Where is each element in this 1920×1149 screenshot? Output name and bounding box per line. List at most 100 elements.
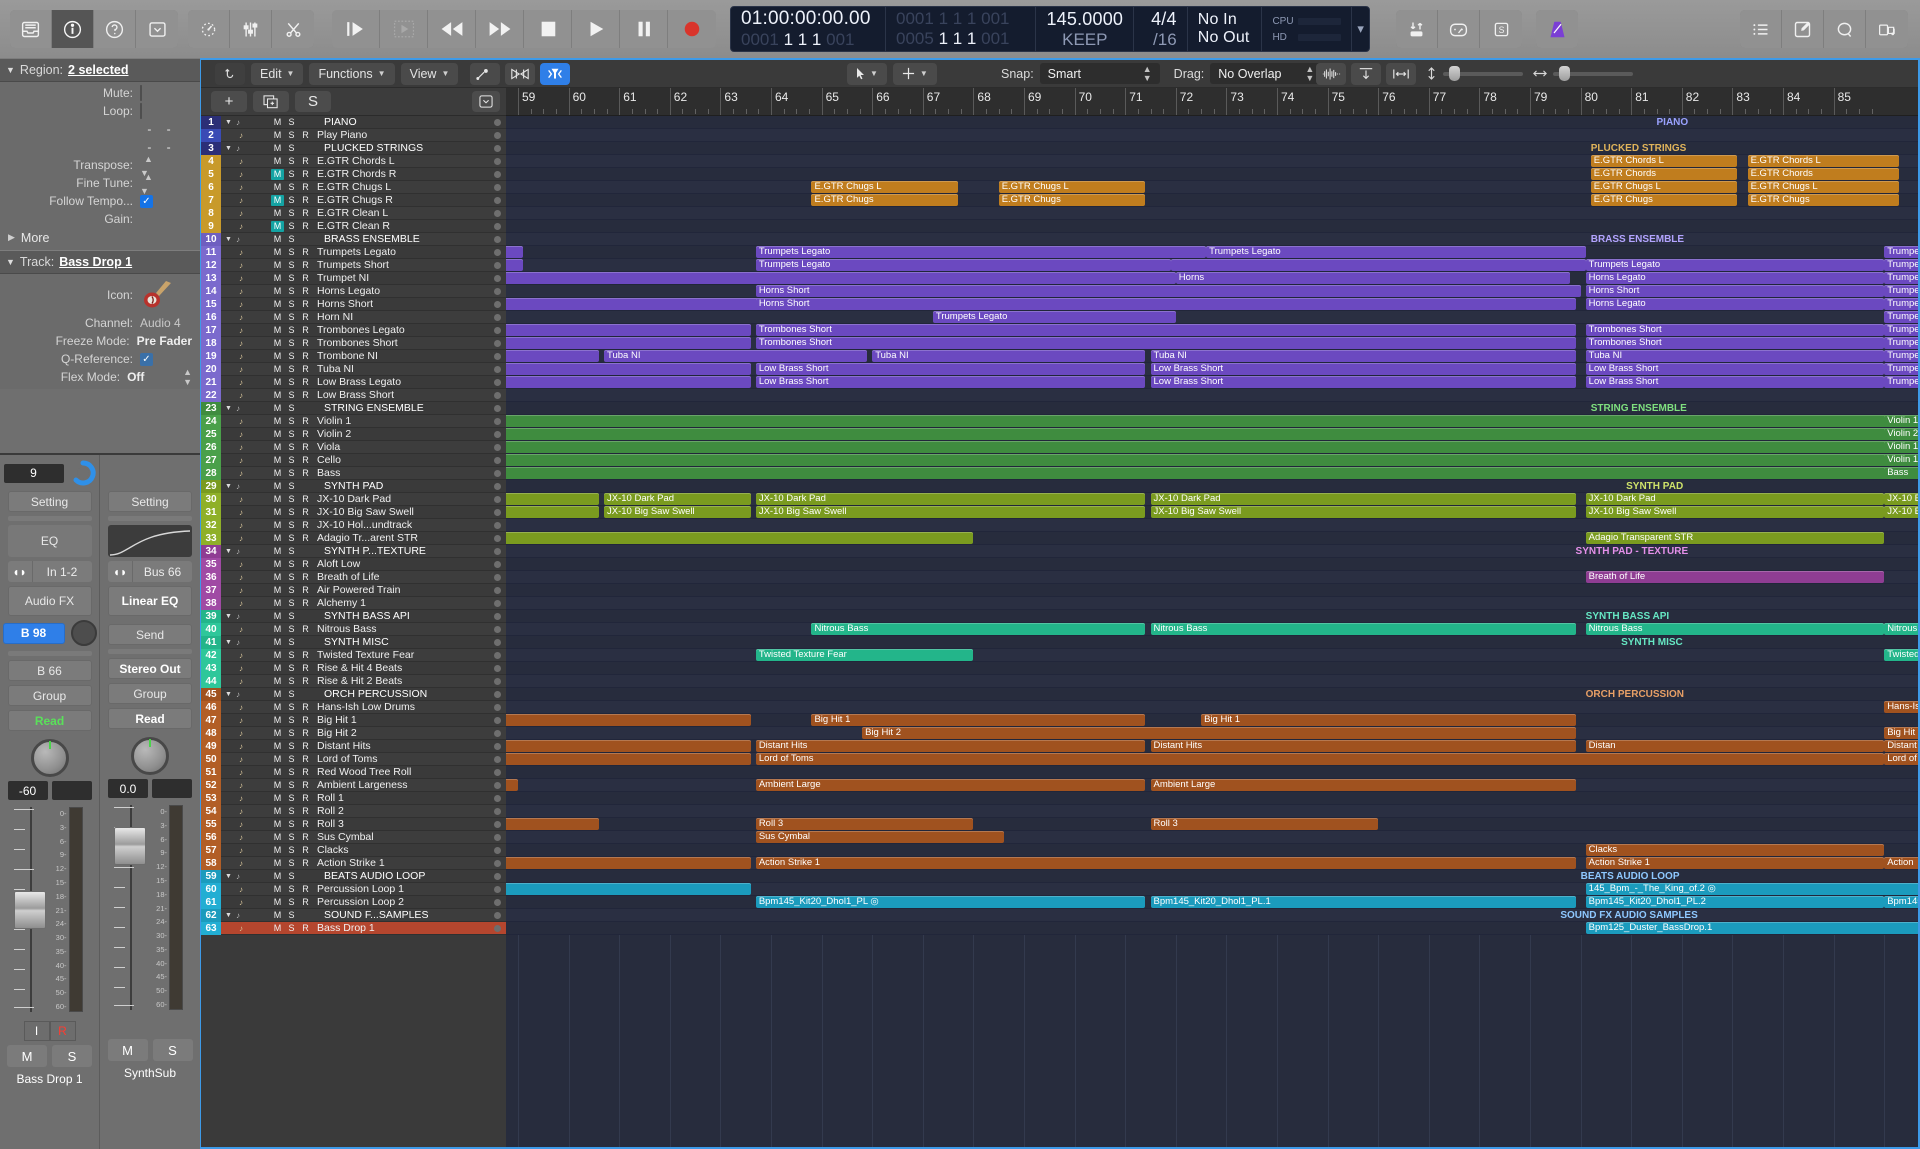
strip1-volume-fader[interactable] — [11, 807, 49, 1012]
track-number[interactable]: 5 — [201, 167, 221, 181]
track-mute-button[interactable]: M — [271, 832, 284, 843]
track-mute-button[interactable]: M — [271, 130, 284, 141]
play-button[interactable] — [572, 10, 620, 48]
track-name[interactable]: JX-10 Dark Pad — [312, 493, 494, 505]
track-header-21[interactable]: 21 ♪ M S R Low Brass Legato — [201, 375, 506, 389]
play-from-start-button[interactable] — [332, 10, 380, 48]
track-mute-button[interactable]: M — [271, 845, 284, 856]
track-record-button[interactable]: R — [299, 793, 312, 804]
track-mute-button[interactable]: M — [271, 273, 284, 284]
region[interactable]: E.GTR Chugs — [998, 194, 1146, 206]
track-mute-button[interactable]: M — [271, 897, 284, 908]
track-solo-button[interactable]: S — [285, 273, 298, 284]
track-header-45[interactable]: 45 ▼ ♪ M S ORCH PERCUSSION — [201, 687, 506, 701]
track-automation-dot[interactable] — [494, 339, 501, 347]
region[interactable]: 145_Bpm_-_The_King_of.2 ◎ — [1585, 883, 1918, 895]
track-number[interactable]: 37 — [201, 583, 221, 597]
track-automation-dot[interactable] — [494, 313, 501, 321]
track-header-62[interactable]: 62 ▼ ♪ M S SOUND F...SAMPLES — [201, 908, 506, 922]
track-automation-dot[interactable] — [494, 612, 501, 620]
region[interactable]: Violin 1 — [1884, 415, 1918, 427]
track-mute-button[interactable]: M — [271, 572, 284, 583]
region[interactable]: JX-10 Dark Pad — [1150, 493, 1576, 505]
region[interactable]: Clacks — [1585, 844, 1885, 856]
canvas-row[interactable] — [506, 480, 1918, 493]
track-name[interactable]: E.GTR Chugs L — [312, 181, 494, 193]
track-record-button[interactable]: R — [299, 182, 312, 193]
track-solo-button[interactable]: S — [285, 442, 298, 453]
track-name[interactable]: Breath of Life — [312, 571, 494, 583]
track-icon-area[interactable]: ♪ — [221, 352, 269, 361]
region[interactable]: Bass — [1884, 467, 1918, 479]
region[interactable]: Horns Short — [755, 298, 1576, 310]
flex-icon[interactable] — [505, 62, 536, 85]
track-number[interactable]: 47 — [201, 713, 221, 727]
track-number[interactable]: 51 — [201, 765, 221, 779]
track-name[interactable]: Trumpet NI — [312, 272, 494, 284]
track-solo-button[interactable]: S — [285, 182, 298, 193]
horizontal-zoom-slider[interactable] — [1533, 65, 1633, 81]
track-icon-area[interactable]: ♪ — [221, 391, 269, 400]
region[interactable]: JX-10 Big Saw — [1884, 493, 1918, 505]
track-header-34[interactable]: 34 ▼ ♪ M S SYNTH P...TEXTURE — [201, 544, 506, 558]
folder-disclosure-triangle-icon[interactable]: ▼ — [225, 873, 232, 880]
track-mute-button[interactable]: M — [271, 637, 284, 648]
track-name[interactable]: Cello — [312, 454, 494, 466]
strip2-output-slot[interactable]: Stereo Out — [108, 658, 192, 679]
region[interactable]: Trumpets Legato — [1585, 259, 1885, 271]
track-header-7[interactable]: 7 ♪ M S R E.GTR Chugs R — [201, 193, 506, 207]
track-number[interactable]: 33 — [201, 531, 221, 545]
canvas-row[interactable] — [506, 389, 1918, 402]
track-record-button[interactable]: R — [299, 247, 312, 258]
lcd-tempo-cell[interactable]: 145.0000 KEEP — [1036, 7, 1135, 51]
track-solo-button[interactable]: S — [285, 598, 298, 609]
track-record-button[interactable]: R — [299, 416, 312, 427]
track-automation-dot[interactable] — [494, 898, 501, 906]
region-more-triangle-icon[interactable]: ▶ — [8, 232, 15, 243]
track-icon-area[interactable]: ♪ — [221, 820, 269, 829]
region[interactable]: bient Large — [506, 779, 518, 791]
track-record-button[interactable]: R — [299, 156, 312, 167]
track-header-3[interactable]: 3 ▼ ♪ M S PLUCKED STRINGS — [201, 141, 506, 155]
track-header-46[interactable]: 46 ♪ M S R Hans-Ish Low Drums — [201, 700, 506, 714]
track-icon-area[interactable]: ♪ — [221, 469, 269, 478]
track-header-57[interactable]: 57 ♪ M S R Clacks — [201, 843, 506, 857]
track-header-53[interactable]: 53 ♪ M S R Roll 1 — [201, 791, 506, 805]
track-header-36[interactable]: 36 ♪ M S R Breath of Life — [201, 570, 506, 584]
track-icon-row[interactable]: Icon: — [0, 276, 200, 314]
strip2-pan-knob[interactable] — [131, 737, 169, 775]
track-header-61[interactable]: 61 ♪ M S R Percussion Loop 2 — [201, 895, 506, 909]
track-name[interactable]: Trumpets Legato — [312, 246, 494, 258]
track-number[interactable]: 24 — [201, 414, 221, 428]
track-number[interactable]: 48 — [201, 726, 221, 740]
track-solo-button[interactable]: S — [285, 507, 298, 518]
track-number[interactable]: 28 — [201, 466, 221, 480]
track-number[interactable]: 18 — [201, 336, 221, 350]
track-icon-area[interactable]: ▼ ♪ — [221, 118, 269, 127]
track-automation-dot[interactable] — [494, 703, 501, 711]
region[interactable]: Low Brass Short — [506, 376, 751, 388]
track-solo-button[interactable]: S — [285, 585, 298, 596]
strip1-setting-button[interactable]: Setting — [7, 491, 92, 512]
track-automation-dot[interactable] — [494, 768, 501, 776]
track-solo-button[interactable]: S — [285, 871, 298, 882]
track-header-47[interactable]: 47 ♪ M S R Big Hit 1 — [201, 713, 506, 727]
track-header-12[interactable]: 12 ♪ M S R Trumpets Short — [201, 258, 506, 272]
track-automation-dot[interactable] — [494, 170, 501, 178]
track-automation-dot[interactable] — [494, 508, 501, 516]
track-automation-dot[interactable] — [494, 222, 501, 230]
track-icon-area[interactable]: ♪ — [221, 573, 269, 582]
track-name[interactable]: Red Wood Tree Roll — [312, 766, 494, 778]
track-icon-area[interactable]: ♪ — [221, 755, 269, 764]
track-header-50[interactable]: 50 ♪ M S R Lord of Toms — [201, 752, 506, 766]
track-solo-button[interactable]: S — [285, 390, 298, 401]
track-solo-button[interactable]: S — [285, 338, 298, 349]
region[interactable] — [1170, 259, 1586, 271]
track-automation-dot[interactable] — [494, 638, 501, 646]
track-record-button[interactable]: R — [299, 767, 312, 778]
region[interactable]: Roll 3 — [755, 818, 974, 830]
track-record-button[interactable]: R — [299, 390, 312, 401]
strip1-audio-device-row[interactable]: 9 — [3, 460, 96, 486]
track-solo-button[interactable]: S — [285, 858, 298, 869]
track-solo-button[interactable]: S — [285, 832, 298, 843]
